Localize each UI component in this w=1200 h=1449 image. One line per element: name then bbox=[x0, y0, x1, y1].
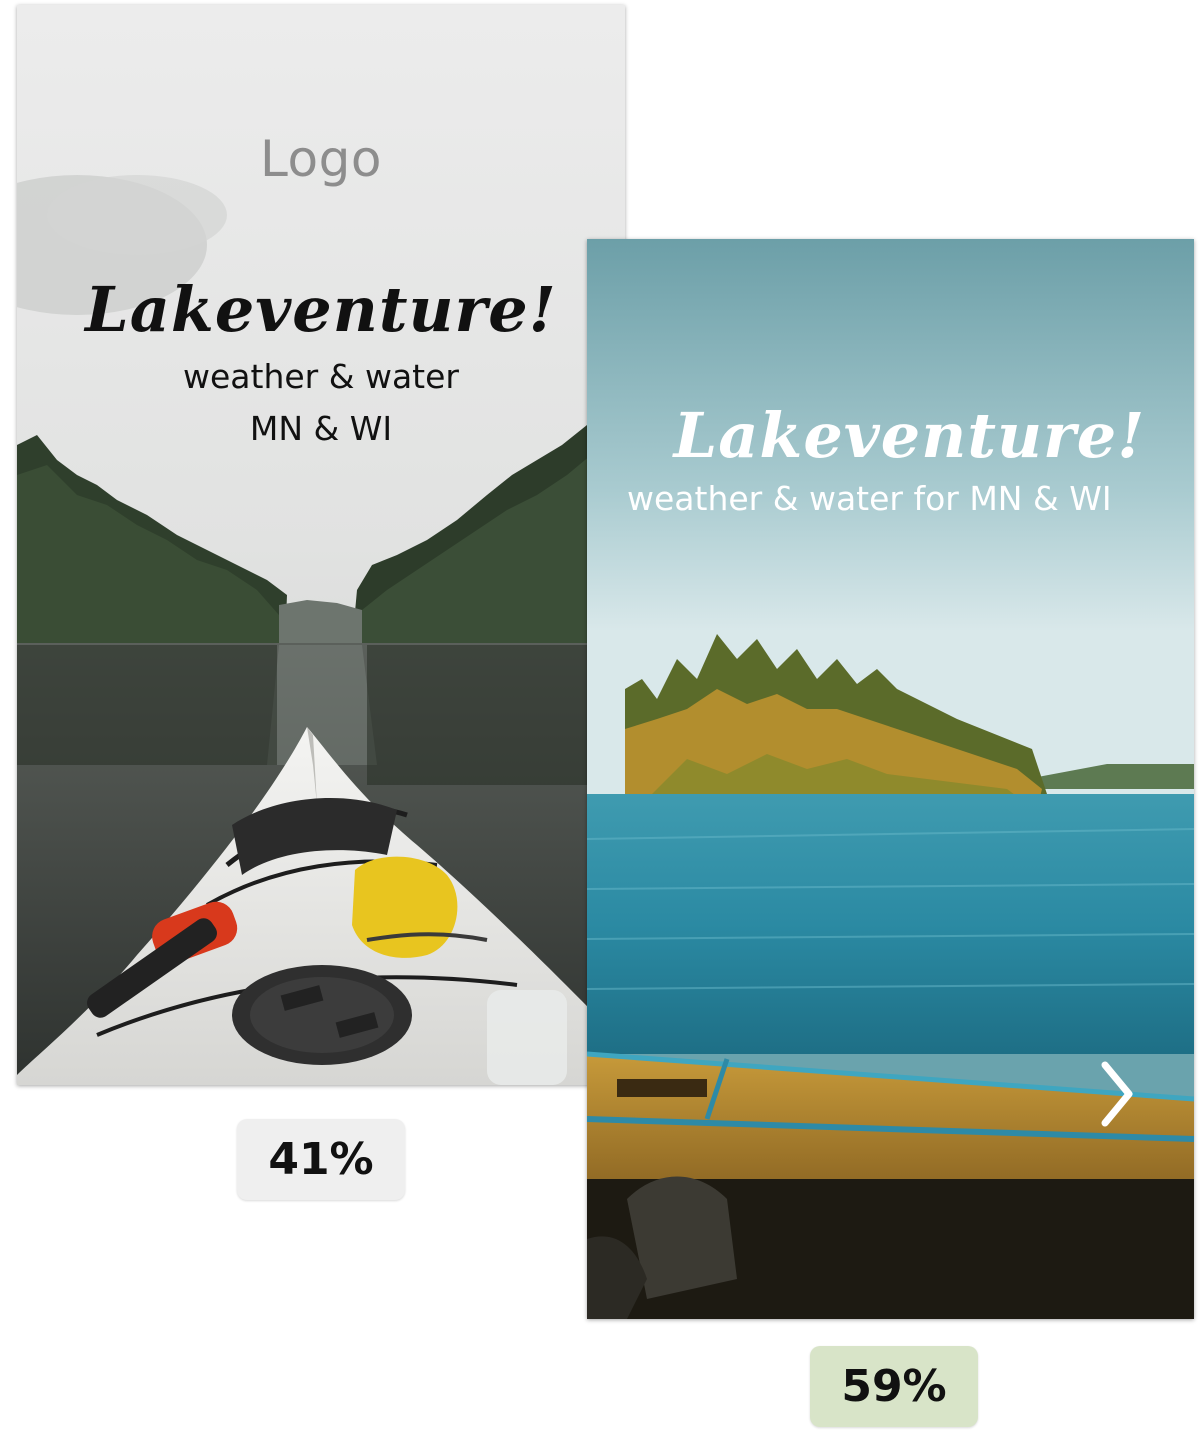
tagline: weather & water for MN & WI bbox=[627, 479, 1112, 518]
tagline-line-2: MN & WI bbox=[249, 409, 393, 448]
tagline-line-1: weather & water bbox=[183, 357, 459, 396]
brand-title: Lakeventure! bbox=[673, 399, 1146, 472]
logo-placeholder: Logo bbox=[260, 130, 382, 188]
variant-a-result-badge: 41% bbox=[237, 1119, 405, 1200]
brand-title: Lakeventure! bbox=[85, 273, 557, 346]
variant-b-screen: Lakeventure! weather & water for MN & WI bbox=[587, 239, 1194, 1319]
variant-b-result-badge: 59% bbox=[810, 1346, 978, 1427]
ab-test-comparison: Logo Lakeventure! weather & water MN & W… bbox=[0, 0, 1200, 1449]
chevron-right-icon[interactable] bbox=[1093, 1059, 1143, 1129]
variant-a-screen: Logo Lakeventure! weather & water MN & W… bbox=[17, 5, 625, 1085]
